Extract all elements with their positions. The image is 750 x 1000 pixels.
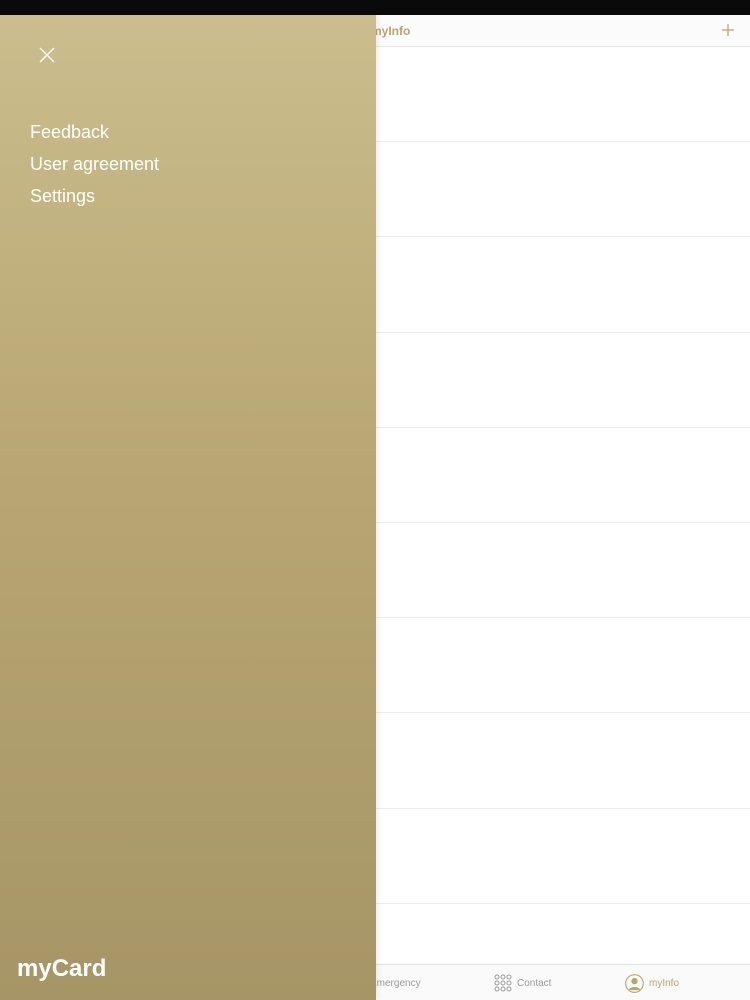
tab-myinfo[interactable]: myInfo	[625, 965, 679, 1000]
tab-contact[interactable]: Contact	[494, 965, 551, 1000]
status-bar	[0, 0, 750, 15]
side-drawer: Feedback User agreement Settings myCard	[0, 15, 376, 1000]
page-title: myInfo	[371, 24, 411, 38]
menu-item-user-agreement[interactable]: User agreement	[30, 153, 159, 185]
plus-icon[interactable]	[721, 23, 735, 37]
drawer-menu: Feedback User agreement Settings	[30, 121, 159, 217]
tab-emergency[interactable]: Emergency	[370, 965, 421, 1000]
menu-item-settings[interactable]: Settings	[30, 185, 159, 217]
tab-myinfo-label: myInfo	[649, 977, 680, 989]
tab-contact-label: Contact	[517, 977, 552, 989]
person-icon	[625, 973, 644, 993]
close-icon[interactable]	[36, 44, 58, 66]
menu-item-feedback[interactable]: Feedback	[30, 121, 159, 153]
grid-dots-icon	[494, 974, 512, 992]
tab-emergency-label: Emergency	[370, 977, 421, 989]
brand-logo-text: myCard	[17, 955, 107, 982]
